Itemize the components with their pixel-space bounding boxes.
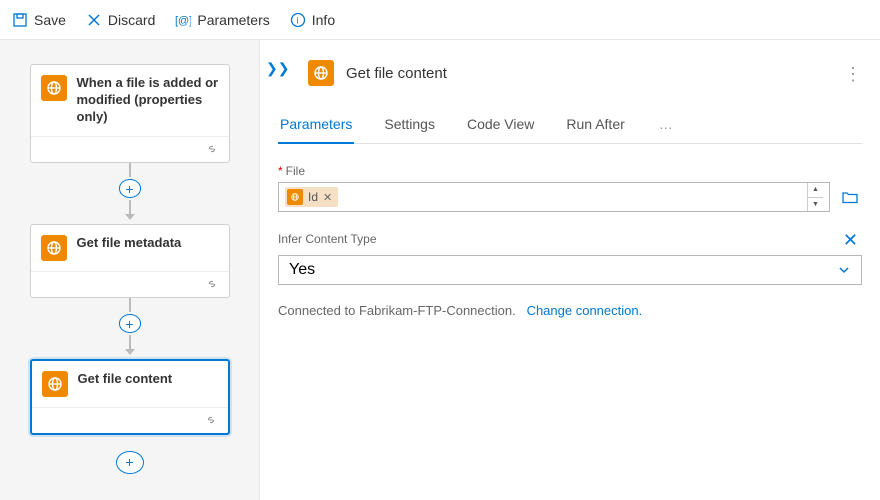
add-step-button[interactable]: + bbox=[119, 314, 141, 332]
ftp-icon bbox=[42, 371, 68, 397]
arrow-icon bbox=[125, 214, 135, 220]
workflow-node-trigger[interactable]: When a file is added or modified (proper… bbox=[30, 64, 230, 163]
node-title: Get file metadata bbox=[77, 235, 182, 252]
workflow-node-metadata[interactable]: Get file metadata bbox=[30, 224, 230, 298]
save-button[interactable]: Save bbox=[12, 12, 66, 28]
panel-title: Get file content bbox=[346, 65, 447, 82]
link-icon bbox=[204, 413, 218, 427]
add-step-button[interactable]: + bbox=[119, 179, 141, 197]
infer-content-type-select[interactable]: Yes bbox=[278, 255, 862, 285]
select-value: Yes bbox=[289, 261, 315, 279]
file-field: *File Id ✕ ▲ ▼ bbox=[278, 164, 862, 212]
ftp-icon bbox=[41, 235, 67, 261]
collapse-panel-button[interactable]: ❯❯ bbox=[266, 60, 289, 77]
discard-button[interactable]: Discard bbox=[86, 12, 155, 28]
tab-bar: Parameters Settings Code View Run After … bbox=[278, 110, 862, 144]
info-label: Info bbox=[312, 12, 335, 28]
details-panel: ❯❯ ⋮ Get file content Parameters Setting… bbox=[260, 40, 880, 500]
file-input[interactable]: Id ✕ ▲ ▼ bbox=[278, 182, 830, 212]
token-label: Id bbox=[308, 190, 318, 204]
tab-overflow-button[interactable]: … bbox=[655, 110, 677, 143]
arrow-icon bbox=[125, 349, 135, 355]
parameters-label: Parameters bbox=[197, 12, 269, 28]
info-button[interactable]: i Info bbox=[290, 12, 335, 28]
ftp-icon bbox=[287, 189, 303, 205]
tab-run-after[interactable]: Run After bbox=[564, 110, 626, 144]
connection-info: Connected to Fabrikam-FTP-Connection. Ch… bbox=[278, 303, 862, 318]
tab-parameters[interactable]: Parameters bbox=[278, 110, 354, 144]
toolbar: Save Discard [@] Parameters i Info bbox=[0, 0, 880, 40]
parameters-icon: [@] bbox=[175, 12, 191, 28]
infer-label: Infer Content Type bbox=[278, 232, 831, 246]
close-icon bbox=[86, 12, 102, 28]
connector bbox=[129, 163, 131, 178]
step-down-icon[interactable]: ▼ bbox=[808, 197, 823, 212]
save-label: Save bbox=[34, 12, 66, 28]
step-up-icon[interactable]: ▲ bbox=[808, 183, 823, 197]
parameters-button[interactable]: [@] Parameters bbox=[175, 12, 269, 28]
workflow-canvas[interactable]: When a file is added or modified (proper… bbox=[0, 40, 260, 500]
browse-folder-button[interactable] bbox=[838, 185, 862, 209]
folder-icon bbox=[841, 188, 859, 206]
node-title: Get file content bbox=[78, 371, 173, 388]
link-icon bbox=[205, 277, 219, 291]
link-icon bbox=[205, 142, 219, 156]
info-icon: i bbox=[290, 12, 306, 28]
connector bbox=[129, 200, 131, 215]
connector bbox=[129, 298, 131, 313]
infer-content-type-field: Infer Content Type ✕ Yes bbox=[278, 230, 862, 285]
chevron-down-icon bbox=[837, 263, 851, 277]
file-label: File bbox=[286, 164, 305, 178]
value-stepper[interactable]: ▲ ▼ bbox=[807, 183, 823, 211]
save-icon bbox=[12, 12, 28, 28]
remove-parameter-button[interactable]: ✕ bbox=[839, 230, 862, 251]
connector bbox=[129, 335, 131, 350]
svg-text:[@]: [@] bbox=[175, 15, 191, 27]
discard-label: Discard bbox=[108, 12, 155, 28]
node-title: When a file is added or modified (proper… bbox=[77, 75, 219, 126]
ftp-icon bbox=[41, 75, 67, 101]
ftp-icon bbox=[308, 60, 334, 86]
more-menu-button[interactable]: ⋮ bbox=[844, 64, 862, 85]
tab-code-view[interactable]: Code View bbox=[465, 110, 536, 144]
tab-settings[interactable]: Settings bbox=[382, 110, 437, 144]
add-step-button[interactable]: + bbox=[116, 451, 144, 474]
svg-text:i: i bbox=[296, 15, 298, 25]
dynamic-token-id[interactable]: Id ✕ bbox=[285, 187, 338, 207]
change-connection-link[interactable]: Change connection. bbox=[527, 303, 643, 318]
workflow-node-content[interactable]: Get file content bbox=[30, 359, 230, 435]
connection-text: Connected to Fabrikam-FTP-Connection. bbox=[278, 303, 516, 318]
remove-token-button[interactable]: ✕ bbox=[323, 191, 332, 204]
required-indicator: * bbox=[278, 164, 283, 178]
